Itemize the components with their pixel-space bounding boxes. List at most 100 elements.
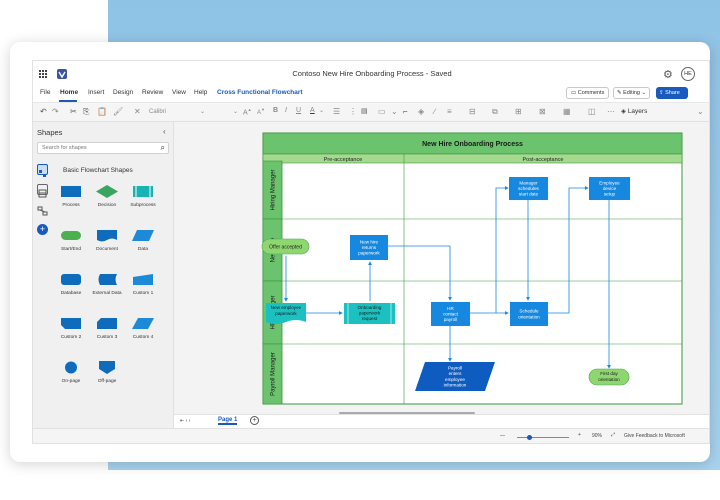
status-bar: — + 90% ⤢ Give Feedback to Microsoft [33,428,709,443]
menu-home[interactable]: Home [60,89,78,96]
editing-button[interactable]: ✎ Editing ⌄ [613,87,651,99]
comments-button[interactable]: ▭ Comments [566,87,610,99]
font-name-input[interactable]: Calibri ⌄ [149,107,205,118]
stencil-label-subprocess: Subprocess [130,203,156,208]
grow-font-icon[interactable]: A▲ [243,107,252,116]
menu-file[interactable]: File [40,89,50,96]
connector-icon[interactable]: ⌐ [403,107,408,116]
page-tab-bar: ⇤ ‹ › Page 1 + [174,414,709,428]
stencil-label-off-page: Off-page [97,379,117,384]
underline-icon[interactable]: U [296,107,301,114]
stencil-label-document: Document [96,247,118,252]
shrink-font-icon[interactable]: A▼ [257,107,265,116]
menu-view[interactable]: View [172,89,186,96]
stencil-decision[interactable] [95,184,119,204]
stencil-custom-1[interactable] [131,272,155,292]
stencil-subprocess[interactable] [131,184,155,204]
chevron-down-icon: ⌄ [232,109,238,115]
fill-icon[interactable]: ◈ [418,107,424,116]
flowchart-diagram[interactable]: New Hire Onboarding Process Pre-acceptanc… [174,122,710,414]
menu-help[interactable]: Help [194,89,207,96]
stencil-custom-2[interactable] [59,316,83,336]
align-icon[interactable]: ☰ [333,107,340,116]
page-nav-icon[interactable]: ⇤ ‹ › [180,418,190,424]
more-options-icon[interactable]: ⌄ [697,107,704,116]
stencil-on-page[interactable] [59,360,83,380]
zoom-slider[interactable] [517,437,569,438]
collapse-panel-icon[interactable]: ‹ [163,127,166,136]
menu-cross-functional-flowchart[interactable]: Cross Functional Flowchart [217,89,303,96]
position-icon[interactable]: ⊟ [469,107,476,116]
bold-icon[interactable]: B [273,107,278,114]
line-weight-icon[interactable]: ≡ [447,107,452,116]
styles-icon[interactable]: ▦ [563,107,571,116]
diagram-category-icon[interactable] [37,204,48,216]
paste-icon[interactable]: 📋 [97,107,107,116]
flowchart-category-icon[interactable] [37,164,48,177]
stencil-custom-4[interactable] [131,316,155,336]
line-icon[interactable]: ∕ [434,107,435,116]
zoom-level[interactable]: 90% [592,433,602,439]
shape-search-input[interactable]: Search for shapes ⌕ [37,142,169,154]
stencil-database[interactable] [59,272,83,292]
stencil-custom-3[interactable] [95,316,119,336]
add-page-icon[interactable]: + [250,416,259,425]
zoom-out-icon[interactable]: — [500,433,505,439]
layers-button[interactable]: ◈ Layers [621,107,647,115]
zoom-in-icon[interactable]: + [578,432,581,438]
stencil-label-data: Data [137,247,149,252]
format-painter-icon[interactable]: 🖌 [113,107,123,116]
arrange-icon[interactable]: ⧉ [492,107,498,117]
copy-icon[interactable]: ⎘ [83,107,89,117]
align-objects-icon[interactable]: ⊠ [539,107,546,116]
app-window-frame: Contoso New Hire Onboarding Process - Sa… [10,42,710,462]
chevron-down-icon[interactable]: ⌄ [319,107,324,114]
ribbon-toolbar: ↶ ↷ ✂ ⎘ 📋 🖌 ✕ Calibri ⌄ ⌄ A▲ A▼ B I U A … [33,102,709,122]
group-icon[interactable]: ⊞ [515,107,522,116]
menu-design[interactable]: Design [113,89,133,96]
font-color-icon[interactable]: A [310,107,315,114]
share-button[interactable]: ⇪ Share [656,87,688,99]
comment-icon: ▭ [571,90,577,96]
shapes-panel: Shapes ‹ Search for shapes ⌕ + Basic Flo… [33,122,174,428]
document-title: Contoso New Hire Onboarding Process - Sa… [292,69,452,78]
lane-label-1: Hiring Manager [271,169,277,210]
stencil-start-end[interactable] [59,228,83,248]
bullets-icon[interactable]: ⋮ [349,107,357,116]
undo-icon[interactable]: ↶ [40,107,47,116]
text-box-icon[interactable]: ▤ [361,107,368,115]
container-category-icon[interactable] [37,184,48,198]
search-icon[interactable]: ⌕ [161,143,165,153]
font-size-input[interactable]: ⌄ [214,107,238,118]
more-icon[interactable]: ⋯ [607,107,615,116]
layers-label: Layers [627,108,648,115]
menu-review[interactable]: Review [142,89,163,96]
avatar[interactable]: HE [681,67,695,81]
stencil-label-custom-2: Custom 2 [60,335,82,340]
share-icon: ⇪ [659,90,664,96]
italic-icon[interactable]: I [285,107,287,114]
redo-icon[interactable]: ↷ [52,107,59,116]
shape-icon[interactable]: ▭ [378,107,386,116]
fit-to-window-icon[interactable]: ⤢ [611,432,615,438]
feedback-link[interactable]: Give Feedback to Microsoft [624,433,685,439]
stencil-label-start-end: Start/End [61,247,81,252]
cut-icon[interactable]: ✂ [70,107,77,116]
add-shapes-icon[interactable]: + [37,224,48,235]
drawing-canvas[interactable]: New Hire Onboarding Process Pre-acceptanc… [174,122,710,414]
clear-format-icon[interactable]: ✕ [134,107,141,116]
page-tab[interactable]: Page 1 [218,417,238,425]
phase-label-post-acceptance: Post-acceptance [523,157,564,163]
chevron-down-icon[interactable]: ⌄ [391,107,398,116]
effects-icon[interactable]: ◫ [588,107,596,116]
gear-icon[interactable]: ⚙ [663,68,673,81]
stencil-off-page[interactable] [95,360,119,380]
share-label: Share [665,90,680,96]
stencil-document[interactable] [95,228,119,248]
menu-insert[interactable]: Insert [88,89,104,96]
stencil-external-data[interactable] [95,272,119,292]
zoom-slider-thumb[interactable] [527,435,532,440]
stencil-label-decision: Decision [97,203,117,208]
stencil-process[interactable] [59,184,83,204]
stencil-data[interactable] [131,228,155,248]
